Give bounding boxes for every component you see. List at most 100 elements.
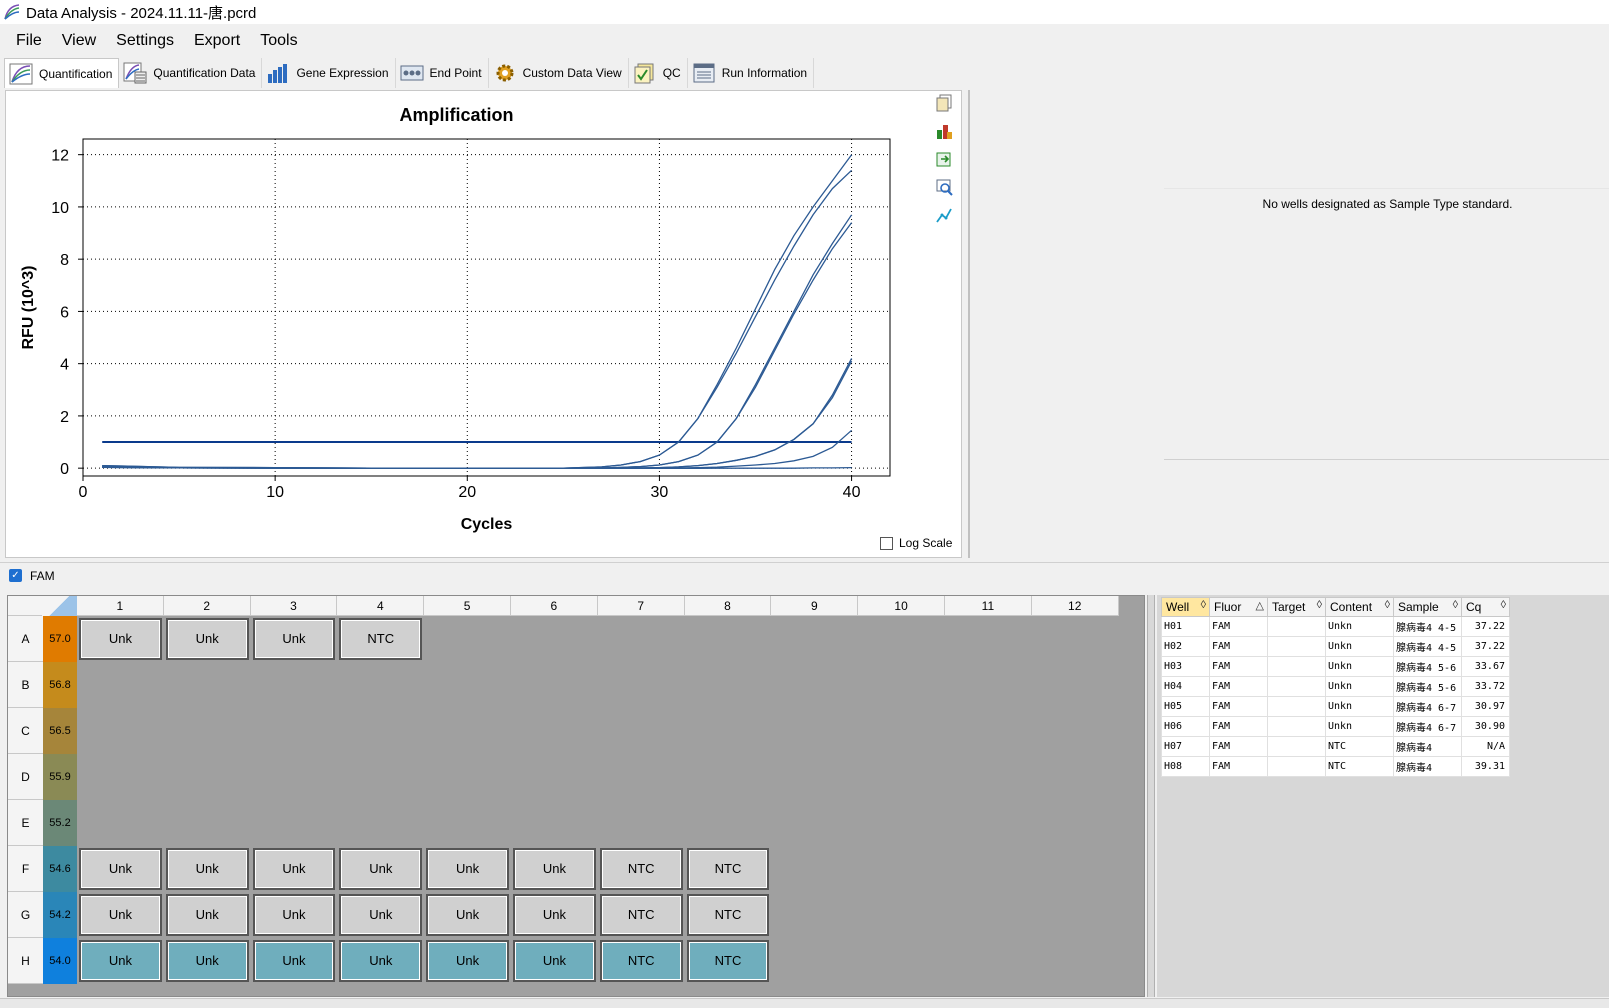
plate-row-header-a[interactable]: A bbox=[8, 616, 43, 662]
menu-settings[interactable]: Settings bbox=[106, 32, 184, 50]
well-f1[interactable]: Unk bbox=[79, 848, 162, 890]
column-header-cq[interactable]: Cq ◊ bbox=[1461, 597, 1510, 617]
column-header-fluor[interactable]: Fluor △ bbox=[1209, 597, 1268, 617]
well-a2[interactable]: Unk bbox=[165, 618, 249, 660]
well-f3[interactable]: Unk bbox=[252, 848, 336, 890]
well-h2[interactable]: Unk bbox=[165, 940, 249, 982]
well-f4[interactable]: Unk bbox=[339, 848, 423, 890]
menu-file[interactable]: File bbox=[6, 32, 52, 50]
sort-ascending-icon[interactable]: △ bbox=[1256, 599, 1264, 612]
well-g1[interactable]: Unk bbox=[79, 894, 162, 936]
well-h8[interactable]: NTC bbox=[686, 940, 770, 982]
trace-styles-icon[interactable] bbox=[935, 206, 953, 224]
panel-splitter[interactable] bbox=[1147, 595, 1155, 997]
tab-quantification[interactable]: Quantification bbox=[4, 58, 120, 88]
menu-export[interactable]: Export bbox=[184, 32, 250, 50]
plate-row-header-b[interactable]: B bbox=[8, 662, 43, 708]
select-all-corner[interactable] bbox=[42, 596, 77, 616]
plate-row-header-c[interactable]: C bbox=[8, 708, 43, 754]
zoom-chart-icon[interactable] bbox=[935, 178, 953, 196]
sort-icon[interactable]: ◊ bbox=[1501, 599, 1506, 611]
tab-quantification-data[interactable]: Quantification Data bbox=[119, 58, 263, 88]
results-table-area: Well ◊ Fluor △ Target ◊ Content ◊ Sample ◊ Cq ◊ H01… bbox=[1157, 595, 1609, 997]
sort-icon[interactable]: ◊ bbox=[1453, 599, 1458, 611]
sort-icon[interactable]: ◊ bbox=[1317, 599, 1322, 611]
plate-column-header-8[interactable]: 8 bbox=[684, 596, 772, 616]
well-h4[interactable]: Unk bbox=[339, 940, 423, 982]
chart-settings-icon[interactable] bbox=[935, 122, 953, 140]
table-row[interactable]: H06 FAM Unkn 腺病毒4 6-7 30.90 bbox=[1161, 716, 1510, 737]
gradient-temp: 56.5 bbox=[43, 708, 77, 754]
menu-view[interactable]: View bbox=[52, 32, 106, 50]
well-a3[interactable]: Unk bbox=[252, 618, 336, 660]
plate-row-header-e[interactable]: E bbox=[8, 800, 43, 846]
cell-content: Unkn bbox=[1325, 696, 1394, 717]
well-f2[interactable]: Unk bbox=[165, 848, 249, 890]
sort-icon[interactable]: ◊ bbox=[1201, 599, 1206, 611]
x-tick-label: 30 bbox=[651, 484, 669, 501]
tab-end-point[interactable]: End Point bbox=[396, 58, 489, 88]
plate-column-header-6[interactable]: 6 bbox=[511, 596, 598, 616]
plate-column-header-9[interactable]: 9 bbox=[771, 596, 859, 616]
sort-icon[interactable]: ◊ bbox=[1385, 599, 1390, 611]
well-g2[interactable]: Unk bbox=[165, 894, 249, 936]
log-scale-toggle[interactable]: Log Scale bbox=[880, 536, 952, 550]
tab-custom-data-view[interactable]: Custom Data View bbox=[489, 58, 629, 88]
menu-tools[interactable]: Tools bbox=[250, 32, 307, 50]
well-g3[interactable]: Unk bbox=[252, 894, 336, 936]
table-row[interactable]: H05 FAM Unkn 腺病毒4 6-7 30.97 bbox=[1161, 696, 1510, 717]
plate-column-header-11[interactable]: 11 bbox=[945, 596, 1032, 616]
table-row[interactable]: H03 FAM Unkn 腺病毒4 5-6 33.67 bbox=[1161, 656, 1510, 677]
tab-qc[interactable]: QC bbox=[629, 58, 688, 88]
cell-sample: 腺病毒4 bbox=[1393, 756, 1462, 777]
column-header-sample[interactable]: Sample ◊ bbox=[1393, 597, 1462, 617]
export-chart-icon[interactable] bbox=[935, 150, 953, 168]
table-row[interactable]: H04 FAM Unkn 腺病毒4 5-6 33.72 bbox=[1161, 676, 1510, 697]
column-header-target[interactable]: Target ◊ bbox=[1267, 597, 1326, 617]
plate-row-header-f[interactable]: F bbox=[8, 846, 43, 892]
well-f6[interactable]: Unk bbox=[513, 848, 596, 890]
plate-row-header-h[interactable]: H bbox=[8, 938, 43, 984]
plate-row-header-d[interactable]: D bbox=[8, 754, 43, 800]
plate-row-header-g[interactable]: G bbox=[8, 892, 43, 938]
amplification-chart[interactable]: 0 10 20 30 40 0 2 4 6 8 10 12 Amplification Cycles RFU… bbox=[6, 91, 926, 557]
table-row[interactable]: H02 FAM Unkn 腺病毒4 4-5 37.22 bbox=[1161, 636, 1510, 657]
well-h6[interactable]: Unk bbox=[513, 940, 596, 982]
plate-column-header-3[interactable]: 3 bbox=[250, 596, 338, 616]
well-h7[interactable]: NTC bbox=[599, 940, 683, 982]
well-h5[interactable]: Unk bbox=[426, 940, 509, 982]
plate-column-header-1[interactable]: 1 bbox=[77, 596, 164, 616]
column-header-content[interactable]: Content ◊ bbox=[1325, 597, 1394, 617]
tab-run-information[interactable]: Run Information bbox=[688, 58, 815, 88]
well-a4[interactable]: NTC bbox=[339, 618, 423, 660]
tab-gene-expression[interactable]: Gene Expression bbox=[262, 58, 396, 88]
plate-column-header-12[interactable]: 12 bbox=[1031, 596, 1119, 616]
well-g7[interactable]: NTC bbox=[599, 894, 683, 936]
well-g4[interactable]: Unk bbox=[339, 894, 423, 936]
fam-checkbox[interactable]: ✓ bbox=[9, 569, 22, 582]
log-scale-checkbox[interactable] bbox=[880, 536, 893, 550]
cell-fluor: FAM bbox=[1209, 696, 1268, 717]
well-h1[interactable]: Unk bbox=[79, 940, 162, 982]
plate-column-header-4[interactable]: 4 bbox=[337, 596, 425, 616]
well-f8[interactable]: NTC bbox=[686, 848, 770, 890]
well-h3[interactable]: Unk bbox=[252, 940, 336, 982]
table-row[interactable]: H01 FAM Unkn 腺病毒4 4-5 37.22 bbox=[1161, 616, 1510, 637]
tab-label: Quantification bbox=[39, 66, 113, 81]
gradient-temp: 54.6 bbox=[43, 846, 77, 892]
table-row[interactable]: H07 FAM NTC 腺病毒4 N/A bbox=[1161, 736, 1510, 757]
well-f5[interactable]: Unk bbox=[426, 848, 509, 890]
cell-fluor: FAM bbox=[1209, 616, 1268, 637]
well-a1[interactable]: Unk bbox=[79, 618, 162, 660]
plate-column-header-2[interactable]: 2 bbox=[163, 596, 251, 616]
column-header-well[interactable]: Well ◊ bbox=[1161, 597, 1210, 617]
plate-column-header-5[interactable]: 5 bbox=[424, 596, 511, 616]
well-g6[interactable]: Unk bbox=[513, 894, 596, 936]
well-g8[interactable]: NTC bbox=[686, 894, 770, 936]
well-g5[interactable]: Unk bbox=[426, 894, 509, 936]
well-f7[interactable]: NTC bbox=[599, 848, 683, 890]
table-row[interactable]: H08 FAM NTC 腺病毒4 39.31 bbox=[1161, 756, 1510, 777]
plate-column-header-7[interactable]: 7 bbox=[597, 596, 685, 616]
plate-column-header-10[interactable]: 10 bbox=[858, 596, 945, 616]
copy-icon[interactable] bbox=[935, 94, 953, 112]
